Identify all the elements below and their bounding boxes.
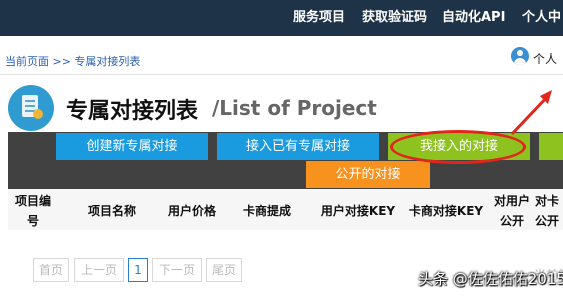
breadcrumb[interactable]: 当前页面 >> 专属对接列表: [5, 53, 140, 69]
page-title: 专属对接列表: [66, 99, 199, 124]
create-new-dock-button[interactable]: 创建新专属对接: [56, 133, 208, 160]
page-1-button[interactable]: 1: [128, 258, 148, 282]
next-page-button[interactable]: 下一页: [152, 258, 202, 282]
user-center-link[interactable]: 个人: [533, 50, 557, 67]
last-page-button[interactable]: 尾页: [206, 258, 242, 282]
column-header-public-to-user: 对用户 公开: [493, 194, 530, 228]
watermark-text: 头条 @佐佐佑佑2015: [418, 270, 563, 288]
public-docks-button[interactable]: 公开的对接: [306, 161, 430, 188]
document-icon: [8, 85, 54, 131]
annotation-highlight-ring: [390, 130, 526, 164]
join-existing-dock-button[interactable]: 接入已有专属对接: [217, 133, 379, 160]
column-header-project-name: 项目名称: [87, 204, 136, 218]
column-header-public-to-vendor: 对卡 公开: [535, 194, 560, 228]
column-header-project-id: 项目编 号: [14, 194, 51, 228]
column-header-user-price: 用户价格: [167, 204, 216, 218]
user-icon[interactable]: [511, 47, 529, 65]
nav-item-automation-api[interactable]: 自动化API: [442, 0, 505, 36]
nav-item-services[interactable]: 服务项目: [293, 0, 345, 36]
column-header-vendor-commission: 卡商提成: [242, 204, 291, 218]
extra-toolbar-button[interactable]: [539, 133, 563, 160]
nav-item-personal-center[interactable]: 个人中: [522, 0, 561, 36]
column-header-user-dock-key: 用户对接KEY: [320, 204, 396, 218]
first-page-button[interactable]: 首页: [33, 258, 69, 282]
column-header-vendor-dock-key: 卡商对接KEY: [408, 204, 484, 218]
page-subtitle: /List of Project: [212, 96, 377, 120]
nav-item-get-code[interactable]: 获取验证码: [362, 0, 427, 36]
previous-page-button[interactable]: 上一页: [74, 258, 124, 282]
